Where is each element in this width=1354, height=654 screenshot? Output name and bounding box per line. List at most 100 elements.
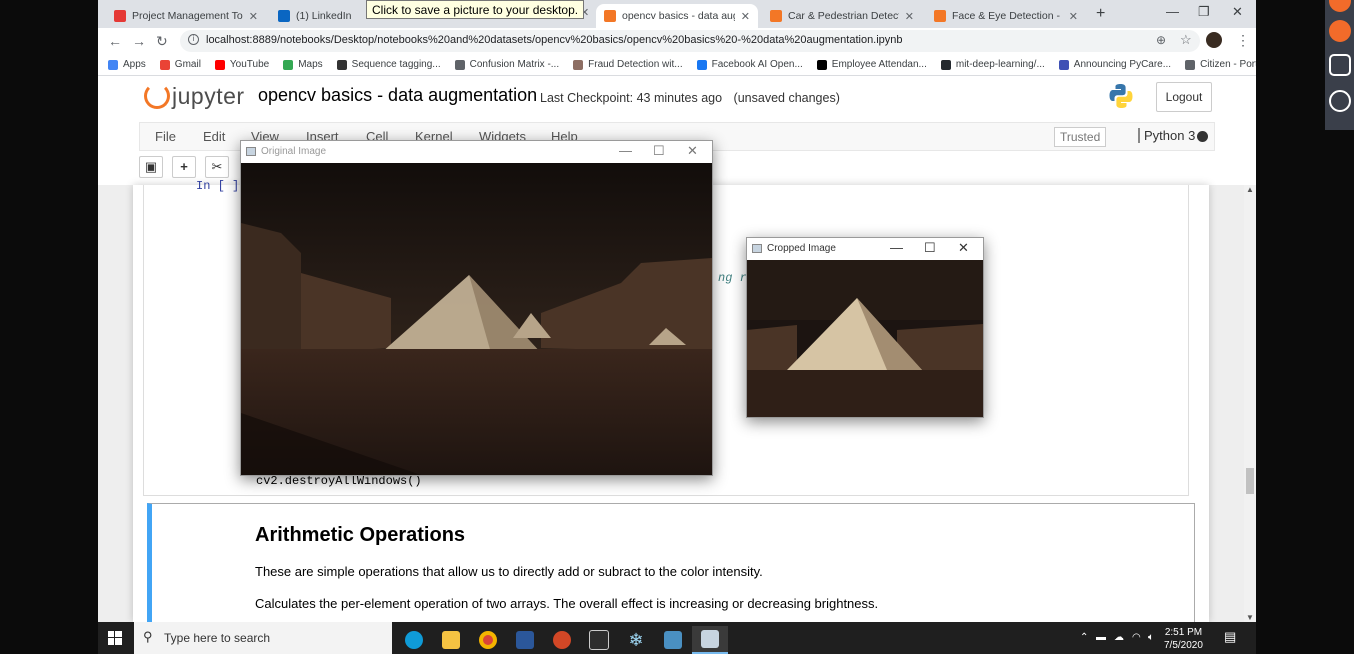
bookmark-item[interactable]: Announcing PyCare... [1058,59,1171,70]
tab-car-pedestrian[interactable]: Car & Pedestrian Detection ✕ [762,4,922,28]
tab-project-management[interactable]: Project Management Tool - P ✕ [106,4,266,28]
info-icon[interactable]: i [188,34,199,45]
bookmark-item[interactable]: Employee Attendan... [816,59,927,70]
jupyter-logo-text[interactable]: jupyter [172,83,245,110]
save-icon[interactable]: ▣ [139,156,163,178]
menu-file[interactable]: File [155,129,176,144]
bookmark-item[interactable]: Maps [283,59,323,70]
page-scrollbar[interactable]: ▲ ▼ [1244,185,1256,622]
trusted-badge[interactable]: Trusted [1054,127,1107,147]
bookmark-favicon-icon [1185,59,1196,70]
file-explorer-icon[interactable] [433,626,469,654]
avatar[interactable] [1206,32,1222,48]
bookmark-label: YouTube [229,59,270,70]
screen-capture-icon[interactable] [1329,54,1351,76]
windows-start-icon[interactable] [108,631,122,645]
maximize-icon[interactable]: ☐ [924,240,936,256]
kernel-name[interactable]: Python 3 [1138,128,1195,143]
bookmark-favicon-icon [108,59,118,70]
bookmark-label: mit-deep-learning/... [955,59,1045,70]
window-icon [752,244,762,253]
bookmark-item[interactable]: Apps [108,59,146,70]
bookmark-item[interactable]: Facebook AI Open... [696,59,803,70]
bookmark-star-icon[interactable]: ☆ [1180,32,1192,48]
window-titlebar[interactable]: Cropped Image — ☐ ✕ [747,238,983,260]
snowflake-app-icon[interactable]: ❄ [618,626,654,654]
cropped-image-window[interactable]: Cropped Image — ☐ ✕ [746,237,984,418]
logout-button[interactable]: Logout [1156,82,1212,112]
cell-prompt: In [ ]: [196,179,247,193]
onedrive-icon[interactable]: ☁ [1114,632,1124,643]
tab-face-eye[interactable]: Face & Eye Detection - Jupyt ✕ [926,4,1086,28]
microphone-icon[interactable] [1329,20,1351,42]
taskbar-clock[interactable]: 2:51 PM 7/5/2020 [1164,626,1203,652]
jupyter-favicon-icon [604,10,616,22]
notifications-icon[interactable]: ▤ [1224,629,1236,645]
bookmark-item[interactable]: Confusion Matrix -... [454,59,559,70]
bookmark-item[interactable]: Sequence tagging... [336,59,441,70]
close-icon[interactable]: ✕ [1232,4,1243,20]
notebook-title[interactable]: opencv basics - data augmentation [258,85,537,106]
chrome-icon[interactable] [470,626,506,654]
close-icon[interactable]: ✕ [687,143,698,159]
tab-close-icon[interactable]: ✕ [249,10,258,23]
forward-icon[interactable]: → [132,33,146,49]
zoom-icon[interactable]: ⊕ [1156,33,1166,47]
maximize-icon[interactable]: ☐ [653,143,665,159]
address-bar[interactable]: i localhost:8889/notebooks/Desktop/noteb… [180,30,1200,52]
taskbar-search[interactable]: ⚲ Type here to search [134,622,392,654]
bookmark-item[interactable]: Gmail [159,59,201,70]
bookmark-label: Sequence tagging... [351,59,441,70]
search-icon: ⚲ [143,629,153,644]
window-title: Cropped Image [767,243,836,254]
bookmark-item[interactable]: Fraud Detection wit... [573,59,683,70]
tray-chevron-icon[interactable]: ⌃ [1080,632,1088,643]
bookmark-favicon-icon [159,59,170,70]
battery-icon[interactable]: ▬ [1096,632,1106,643]
photos-icon[interactable] [655,626,691,654]
wifi-icon[interactable]: ◠ [1132,632,1141,643]
maximize-icon[interactable]: ❐ [1198,4,1210,20]
new-tab-icon[interactable]: + [1096,5,1105,23]
tab-close-icon[interactable]: ✕ [741,10,750,23]
edge-icon[interactable] [396,626,432,654]
tab-close-icon[interactable]: ✕ [1069,10,1078,23]
python-logo-icon [1109,84,1133,108]
tab-linkedin[interactable]: (1) LinkedIn [270,4,370,28]
window-titlebar[interactable]: Original Image — ☐ ✕ [241,141,712,163]
close-icon[interactable]: ✕ [958,240,969,256]
opencv-window-icon[interactable] [692,626,728,654]
reload-icon[interactable]: ↻ [156,33,168,50]
original-image-window[interactable]: Original Image — ☐ ✕ [240,140,713,476]
menu-dots-icon[interactable]: ⋮ [1236,32,1250,49]
powerpoint-icon[interactable] [544,626,580,654]
bookmark-favicon-icon [573,59,584,70]
hand-tool-icon[interactable] [1329,90,1351,112]
terminal-icon[interactable] [581,626,617,654]
back-icon[interactable]: ← [108,33,122,49]
minimize-icon[interactable]: — [619,143,632,158]
window-title: Original Image [261,146,327,157]
cropped-louvre-photo [747,260,983,417]
bookmark-item[interactable]: Citizen - Portal [1185,59,1256,70]
tab-close-icon[interactable]: ✕ [905,10,914,23]
bookmark-item[interactable]: mit-deep-learning/... [940,59,1045,70]
bookmark-item[interactable]: YouTube [214,59,270,70]
tab-opencv-basics[interactable]: opencv basics - data augmen ✕ [596,4,758,28]
insert-cell-icon[interactable]: + [172,156,196,178]
word-icon[interactable] [507,626,543,654]
bookmark-favicon-icon [454,59,465,70]
cut-icon[interactable]: ✂ [205,156,229,178]
linkedin-icon [278,10,290,22]
scrollbar-thumb[interactable] [1246,468,1254,494]
cropped-louvre-image [747,260,983,417]
minimize-icon[interactable]: — [890,240,903,255]
menu-edit[interactable]: Edit [203,129,225,144]
recorder-brand-icon[interactable] [1329,0,1351,12]
jupyter-logo-icon[interactable] [144,83,170,109]
bookmark-favicon-icon [336,59,347,70]
minimize-icon[interactable]: — [1166,4,1179,19]
volume-icon[interactable]: 🔈︎ [1148,632,1154,643]
clock-date: 7/5/2020 [1164,640,1203,651]
markdown-cell[interactable]: Arithmetic Operations These are simple o… [147,503,1195,628]
